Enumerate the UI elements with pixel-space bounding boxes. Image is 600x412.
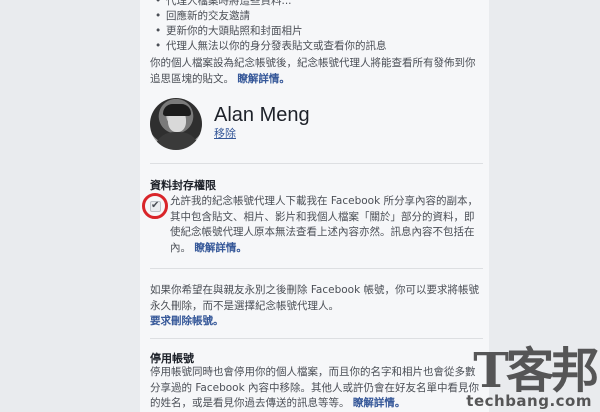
deactivate-text: 停用帳號同時也會停用你的個人檔案，而且你的名字和相片也會從多數分享過的 Face… <box>150 365 483 412</box>
learn-more-link[interactable]: 瞭解詳情。 <box>237 73 290 85</box>
memorial-intro-body: 你的個人檔案設為紀念帳號後，紀念帳號代理人將能查看所有發佈到你追思區塊的貼文。 <box>150 57 476 85</box>
request-deletion-link[interactable]: 要求刪除帳號。 <box>150 315 224 327</box>
learn-more-link[interactable]: 瞭解詳情。 <box>353 397 406 409</box>
divider <box>150 338 483 339</box>
check-icon: ✔ <box>151 200 160 211</box>
highlight-circle: ✔ <box>142 193 168 219</box>
watermark-main: T客邦 <box>473 343 599 399</box>
legacy-contact-name[interactable]: Alan Meng <box>214 104 310 127</box>
data-archive-text: 允許我的紀念帳號代理人下載我在 Facebook 所分享內容的副本，其中包含貼文… <box>170 194 483 256</box>
memorial-intro-text: 你的個人檔案設為紀念帳號後，紀念帳號代理人將能查看所有發佈到你追思區塊的貼文。 … <box>150 56 483 87</box>
deactivate-body: 停用帳號同時也會停用你的個人檔案，而且你的名字和相片也會從多數分享過的 Face… <box>150 366 480 409</box>
delete-account-body: 如果你希望在與親友永別之後刪除 Facebook 帳號，你可以要求將帳號永久刪除… <box>150 284 480 312</box>
remove-contact-link[interactable]: 移除 <box>214 125 236 141</box>
watermark-sub: techbang.com <box>466 392 592 410</box>
list-item: 代理人檔案時將這些資料... <box>154 0 484 9</box>
divider <box>150 268 483 269</box>
learn-more-link[interactable]: 瞭解詳情。 <box>194 242 247 254</box>
techbang-watermark-logo: T客邦 techbang.com <box>436 345 600 412</box>
permissions-list: 代理人檔案時將這些資料... 回應新的交友邀請 更新你的大頭貼照和封面相片 代理… <box>154 0 484 54</box>
deactivate-heading: 停用帳號 <box>150 352 194 365</box>
data-archive-checkbox[interactable]: ✔ <box>150 200 161 212</box>
list-item: 代理人無法以你的身分發表貼文或查看你的訊息 <box>154 39 484 54</box>
list-item: 更新你的大頭貼照和封面相片 <box>154 24 484 39</box>
delete-account-text: 如果你希望在與親友永別之後刪除 Facebook 帳號，你可以要求將帳號永久刪除… <box>150 283 483 330</box>
divider <box>150 163 483 164</box>
legacy-contact-avatar <box>150 98 202 150</box>
data-archive-heading: 資料封存權限 <box>150 179 216 192</box>
list-item: 回應新的交友邀請 <box>154 9 484 24</box>
